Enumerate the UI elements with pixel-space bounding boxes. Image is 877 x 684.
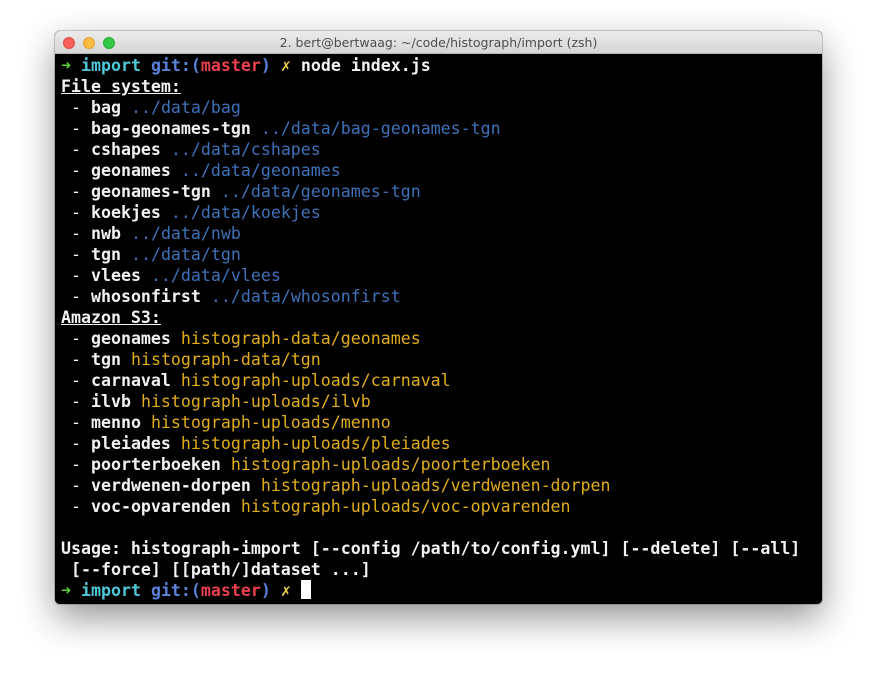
list-item: - whosonfirst ../data/whosonfirst — [61, 287, 401, 306]
dataset-path: histograph-uploads/ilvb — [140, 392, 371, 411]
usage-line-2: [--force] [[path/]dataset ...] — [61, 560, 371, 579]
prompt-dirty-icon: ✗ — [280, 56, 291, 75]
dataset-path: ../data/geonames — [180, 161, 341, 180]
list-item: - geonames ../data/geonames — [61, 161, 341, 180]
prompt-git-label: git: — [150, 56, 191, 75]
list-item: - voc-opvarenden histograph-uploads/voc-… — [61, 497, 571, 516]
list-item: - verdwenen-dorpen histograph-uploads/ve… — [61, 476, 611, 495]
dataset-path: histograph-uploads/poorterboeken — [230, 455, 551, 474]
prompt-arrow-icon: ➜ — [61, 56, 71, 75]
list-item: - menno histograph-uploads/menno — [61, 413, 391, 432]
prompt-directory: import — [81, 581, 141, 600]
filesystem-heading: File system: — [61, 77, 181, 96]
list-item: - pleiades histograph-uploads/pleiades — [61, 434, 451, 453]
filesystem-list: - bag ../data/bag - bag-geonames-tgn ../… — [61, 97, 822, 307]
dataset-name: geonames — [90, 161, 171, 180]
list-item: - vlees ../data/vlees — [61, 266, 281, 285]
s3-list: - geonames histograph-data/geonames - tg… — [61, 328, 822, 517]
dataset-name: vlees — [90, 266, 141, 285]
terminal-content[interactable]: ➜ import git:(master) ✗ node index.js Fi… — [55, 54, 822, 604]
dataset-path: ../data/bag — [130, 98, 241, 117]
list-item: - cshapes ../data/cshapes — [61, 140, 321, 159]
dataset-path: histograph-uploads/verdwenen-dorpen — [260, 476, 611, 495]
prompt-paren-open: ( — [190, 56, 201, 75]
dataset-path: ../data/koekjes — [170, 203, 321, 222]
title-bar[interactable]: 2. bert@bertwaag: ~/code/histograph/impo… — [55, 31, 822, 54]
dataset-path: histograph-data/tgn — [130, 350, 321, 369]
dataset-name: bag-geonames-tgn — [90, 119, 251, 138]
prompt-branch: master — [200, 581, 261, 600]
prompt-git-label: git: — [150, 581, 191, 600]
filesystem-heading-line: File system: — [61, 76, 822, 97]
list-item: - carnaval histograph-uploads/carnaval — [61, 371, 451, 390]
dataset-name: ilvb — [90, 392, 131, 411]
dataset-name: bag — [90, 98, 121, 117]
dataset-name: voc-opvarenden — [90, 497, 231, 516]
list-item: - nwb ../data/nwb — [61, 224, 241, 243]
dataset-name: koekjes — [90, 203, 161, 222]
dataset-path: ../data/tgn — [130, 245, 241, 264]
dataset-name: tgn — [90, 350, 121, 369]
s3-heading: Amazon S3: — [61, 308, 161, 327]
command-text: node index.js — [300, 56, 431, 75]
list-item: - tgn histograph-data/tgn — [61, 350, 321, 369]
list-item: - ilvb histograph-uploads/ilvb — [61, 392, 371, 411]
prompt-dirty-icon: ✗ — [280, 581, 291, 600]
list-item: - bag-geonames-tgn ../data/bag-geonames-… — [61, 119, 501, 138]
dataset-path: ../data/geonames-tgn — [220, 182, 421, 201]
list-item: - bag ../data/bag — [61, 98, 241, 117]
dataset-name: menno — [90, 413, 141, 432]
dataset-name: carnaval — [90, 371, 171, 390]
dataset-path: histograph-uploads/pleiades — [180, 434, 451, 453]
s3-heading-line: Amazon S3: — [61, 307, 822, 328]
list-item: - geonames-tgn ../data/geonames-tgn — [61, 182, 421, 201]
prompt-line-current: ➜ import git:(master) ✗ — [61, 580, 822, 601]
list-item: - koekjes ../data/koekjes — [61, 203, 321, 222]
dataset-path: histograph-uploads/menno — [150, 413, 391, 432]
dataset-name: poorterboeken — [90, 455, 221, 474]
prompt-line: ➜ import git:(master) ✗ node index.js — [61, 55, 822, 76]
prompt-arrow-icon: ➜ — [61, 581, 71, 600]
list-item: - poorterboeken histograph-uploads/poort… — [61, 455, 551, 474]
list-item: - geonames histograph-data/geonames — [61, 329, 421, 348]
list-item: - tgn ../data/tgn — [61, 245, 241, 264]
dataset-path: ../data/nwb — [130, 224, 241, 243]
dataset-name: verdwenen-dorpen — [90, 476, 251, 495]
text-cursor[interactable] — [300, 580, 311, 599]
prompt-paren-close: ) — [260, 581, 271, 600]
window-title: 2. bert@bertwaag: ~/code/histograph/impo… — [279, 35, 598, 50]
dataset-path: ../data/bag-geonames-tgn — [260, 119, 501, 138]
dataset-path: histograph-data/geonames — [180, 329, 421, 348]
usage-line-1: Usage: histograph-import [--config /path… — [61, 539, 801, 558]
prompt-paren-close: ) — [260, 56, 271, 75]
dataset-path: ../data/cshapes — [170, 140, 321, 159]
dataset-name: geonames — [90, 329, 171, 348]
dataset-name: geonames-tgn — [90, 182, 211, 201]
dataset-name: cshapes — [90, 140, 161, 159]
dataset-path: ../data/whosonfirst — [210, 287, 401, 306]
dataset-name: pleiades — [90, 434, 171, 453]
dataset-name: whosonfirst — [90, 287, 201, 306]
dataset-name: nwb — [90, 224, 121, 243]
prompt-paren-open: ( — [190, 581, 201, 600]
prompt-directory: import — [81, 56, 141, 75]
dataset-path: histograph-uploads/carnaval — [180, 371, 451, 390]
prompt-branch: master — [200, 56, 261, 75]
dataset-path: histograph-uploads/voc-opvarenden — [240, 497, 571, 516]
dataset-name: tgn — [90, 245, 121, 264]
terminal-window: 2. bert@bertwaag: ~/code/histograph/impo… — [55, 31, 822, 604]
dataset-path: ../data/vlees — [150, 266, 281, 285]
